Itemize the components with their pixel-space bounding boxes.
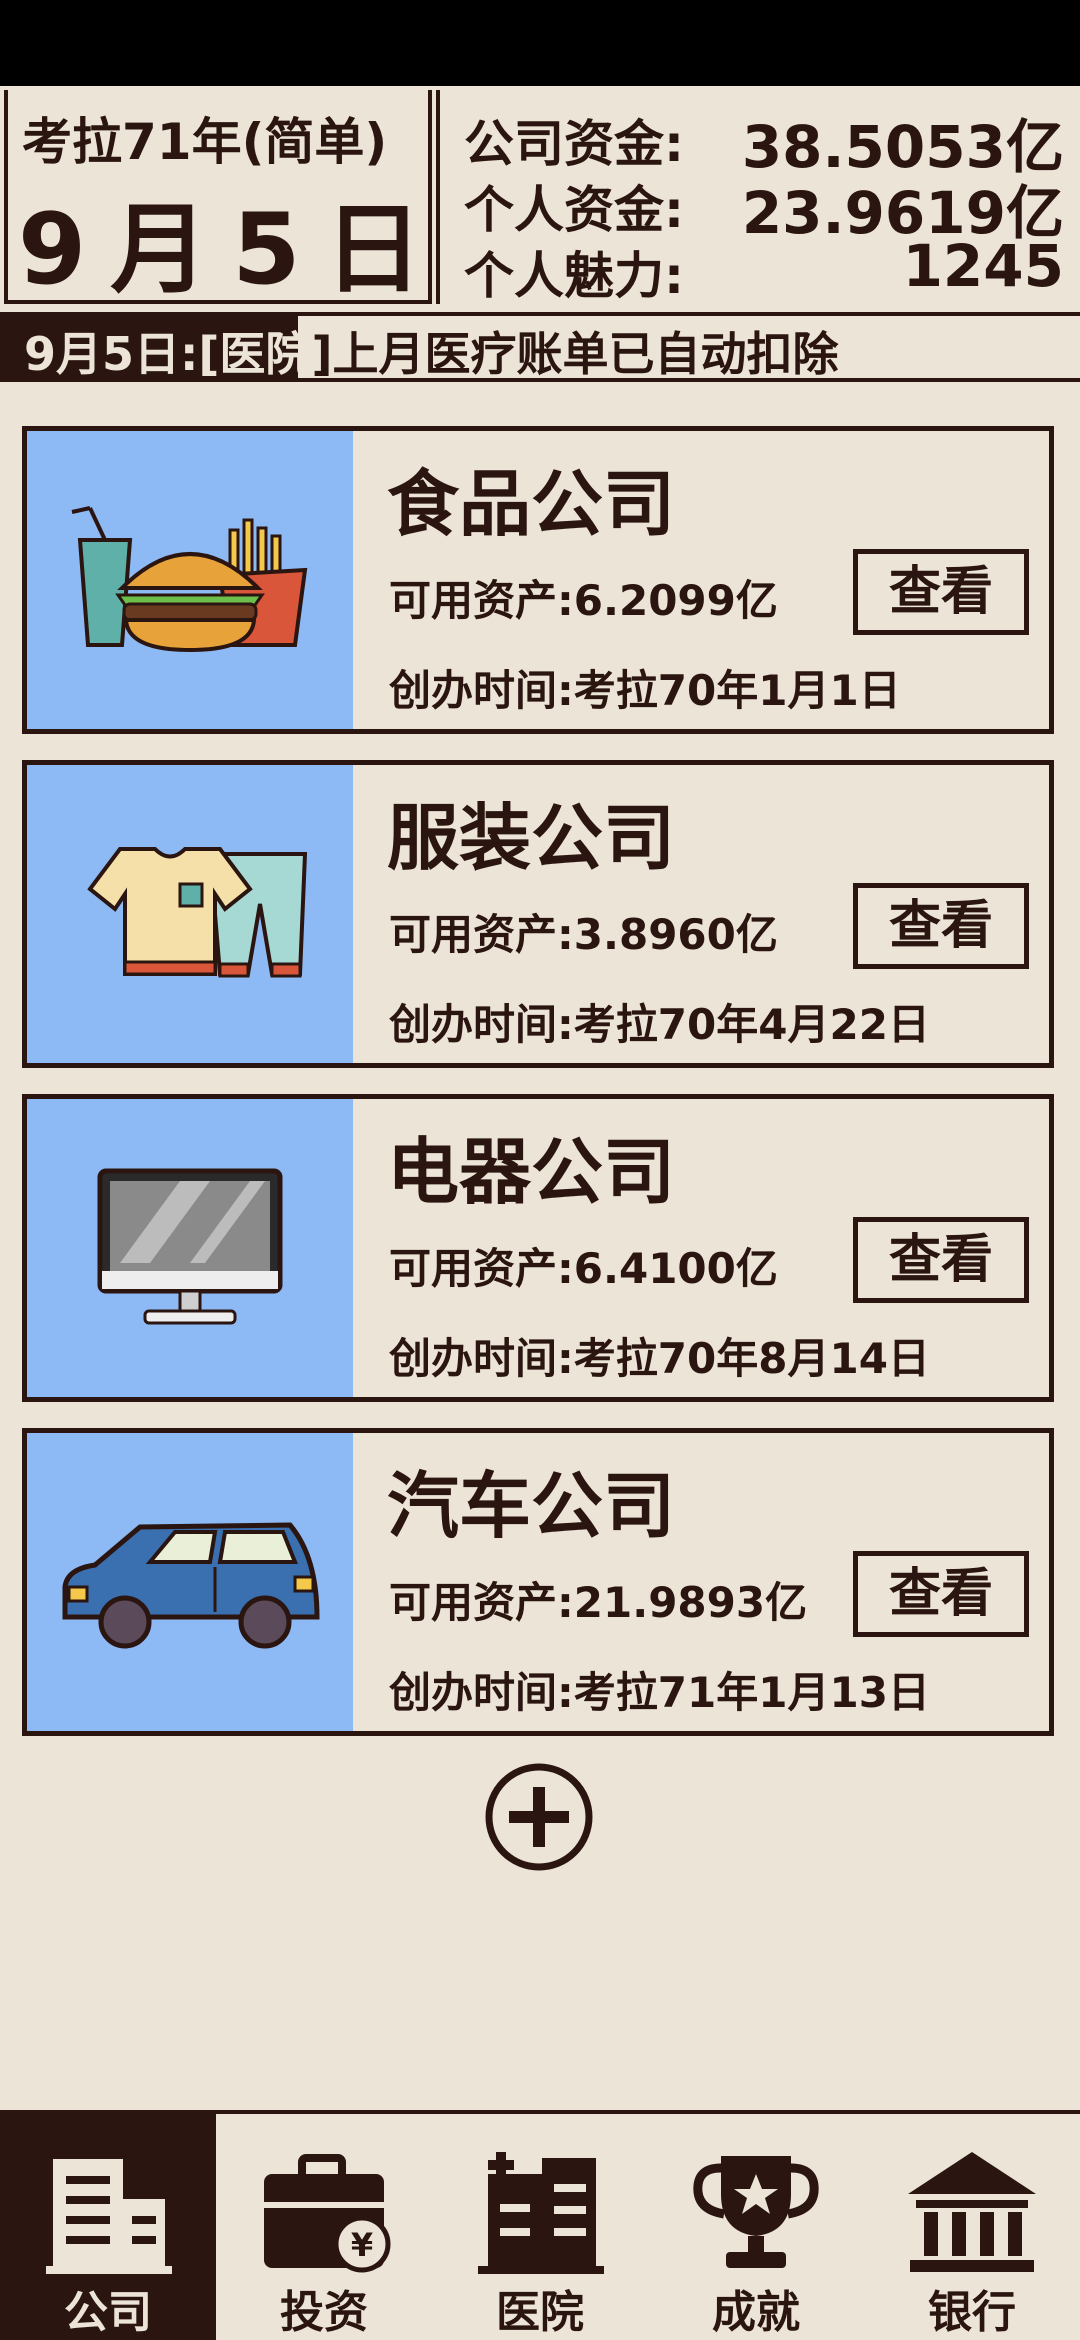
food-icon <box>71 506 308 653</box>
company-building-icon <box>46 2159 172 2274</box>
car-icon <box>62 1522 320 1649</box>
view-company-button[interactable]: 查看 <box>853 883 1029 969</box>
company-assets: 可用资产:21.9893亿 <box>389 1578 808 1627</box>
computer-icon <box>97 1168 283 1325</box>
company-card-car: 汽车公司 可用资产:21.9893亿 创办时间:考拉71年1月13日 查看 <box>22 1428 1054 1736</box>
stat-company-funds: 公司资金: 38.5053亿 <box>464 104 1064 181</box>
company-name: 电器公司 <box>387 1130 676 1214</box>
day-value: 5 <box>232 193 305 307</box>
nav-item-achievements[interactable]: 成就 <box>648 2114 864 2340</box>
company-founded-date: 创办时间:考拉70年4月22日 <box>389 1000 930 1049</box>
nav-item-hospital[interactable]: 医院 <box>432 2114 648 2340</box>
briefcase-yen-icon: ¥ <box>264 2154 391 2273</box>
bank-icon <box>908 2152 1036 2272</box>
company-name: 食品公司 <box>387 462 676 546</box>
news-message: 9月5日:[医院]上月医疗账单已自动扣除 <box>24 318 838 384</box>
nav-label: 医院 <box>496 2287 584 2338</box>
nav-label: 公司 <box>64 2287 152 2338</box>
company-founded-date: 创办时间:考拉70年8月14日 <box>389 1334 930 1383</box>
stats-panel: 公司资金: 38.5053亿 个人资金: 23.9619亿 个人魅力: 1245 <box>436 90 1080 305</box>
view-company-button[interactable]: 查看 <box>853 1551 1029 1637</box>
company-image <box>27 765 353 1063</box>
year-label: 考拉71年(简单) <box>22 113 388 171</box>
stat-label: 个人资金: <box>464 181 684 239</box>
nav-item-investment[interactable]: ¥ 投资 <box>216 2114 432 2340</box>
bottom-nav: 公司 ¥ 投资 医院 成就 银行 <box>0 2110 1080 2340</box>
add-company-button[interactable] <box>484 1762 594 1872</box>
plus-circle-icon <box>485 1763 593 1871</box>
nav-label: 银行 <box>928 2287 1016 2338</box>
date-panel: 考拉71年(简单) 9月5日 <box>4 90 432 307</box>
news-date-prefix: 9月5日:[医院 <box>24 327 312 381</box>
stat-label: 个人魅力: <box>464 247 684 305</box>
company-image <box>27 431 353 729</box>
company-card-food: 食品公司 可用资产:6.2099亿 创办时间:考拉70年1月1日 查看 <box>22 426 1054 734</box>
company-name: 汽车公司 <box>387 1464 676 1548</box>
day-unit: 日 <box>324 193 427 307</box>
company-image <box>27 1433 353 1731</box>
news-body: ]上月医疗账单已自动扣除 <box>311 327 839 381</box>
hospital-icon <box>478 2152 604 2274</box>
stat-charisma: 个人魅力: 1245 <box>464 232 1064 305</box>
clothing-icon <box>87 847 308 978</box>
company-assets: 可用资产:3.8960亿 <box>389 910 778 959</box>
company-name: 服装公司 <box>387 796 676 880</box>
company-image <box>27 1099 353 1397</box>
company-assets: 可用资产:6.4100亿 <box>389 1244 778 1293</box>
month-value: 9 <box>18 193 91 307</box>
stat-personal-funds: 个人资金: 23.9619亿 <box>464 170 1064 247</box>
company-card-clothing: 服装公司 可用资产:3.8960亿 创办时间:考拉70年4月22日 查看 <box>22 760 1054 1068</box>
company-card-electronics: 电器公司 可用资产:6.4100亿 创办时间:考拉70年8月14日 查看 <box>22 1094 1054 1402</box>
company-assets: 可用资产:6.2099亿 <box>389 576 778 625</box>
current-date: 9月5日 <box>8 170 428 312</box>
header: 考拉71年(简单) 9月5日 公司资金: 38.5053亿 个人资金: 23.9… <box>0 86 1080 316</box>
stat-label: 公司资金: <box>464 115 684 173</box>
company-founded-date: 创办时间:考拉71年1月13日 <box>389 1668 930 1717</box>
news-ticker: 9月5日:[医院]上月医疗账单已自动扣除 <box>0 312 1080 382</box>
stat-value: 1245 <box>902 232 1064 300</box>
nav-label: 投资 <box>280 2287 368 2338</box>
nav-item-bank[interactable]: 银行 <box>864 2114 1080 2340</box>
month-unit: 月 <box>110 193 213 307</box>
view-company-button[interactable]: 查看 <box>853 549 1029 635</box>
trophy-icon <box>693 2156 819 2268</box>
status-bar <box>0 0 1080 86</box>
svg-text:¥: ¥ <box>351 2226 373 2264</box>
view-company-button[interactable]: 查看 <box>853 1217 1029 1303</box>
nav-item-company[interactable]: 公司 <box>0 2114 216 2340</box>
nav-label: 成就 <box>712 2287 800 2338</box>
company-founded-date: 创办时间:考拉70年1月1日 <box>389 666 901 715</box>
